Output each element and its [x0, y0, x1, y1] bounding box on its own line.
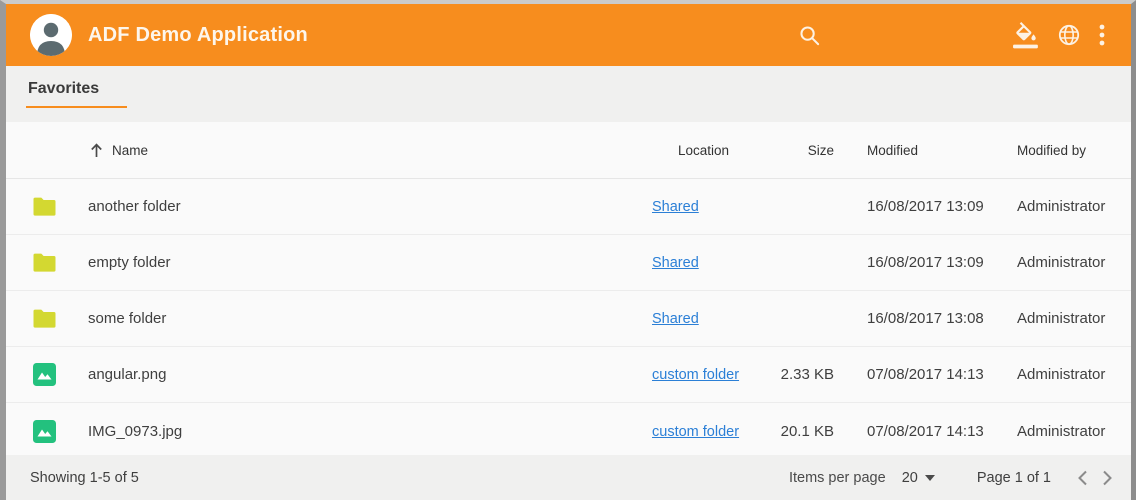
- column-header-modified[interactable]: Modified: [856, 143, 1017, 158]
- column-header-name[interactable]: Name: [86, 143, 646, 158]
- table-row[interactable]: empty folder Shared 16/08/2017 13:09 Adm…: [6, 235, 1131, 291]
- location-cell: custom folder: [646, 423, 766, 440]
- adf-demo-application-window: ADF Demo Application: [0, 0, 1136, 500]
- folder-icon: [32, 196, 57, 217]
- favorites-tab[interactable]: Favorites: [26, 76, 127, 108]
- file-type-cell: [6, 419, 86, 444]
- kebab-menu-icon: [1099, 23, 1105, 47]
- modified-date: 16/08/2017 13:09: [856, 254, 1017, 271]
- favorites-tab-label: Favorites: [28, 80, 99, 97]
- modified-date: 16/08/2017 13:08: [856, 310, 1017, 327]
- location-link[interactable]: custom folder: [652, 367, 739, 383]
- theme-color-button[interactable]: [1013, 22, 1039, 49]
- modified-date: 16/08/2017 13:09: [856, 198, 1017, 215]
- app-title: ADF Demo Application: [88, 24, 308, 47]
- column-header-location[interactable]: Location: [646, 143, 766, 158]
- search-icon: [798, 24, 821, 47]
- table-row[interactable]: another folder Shared 16/08/2017 13:09 A…: [6, 179, 1131, 235]
- items-per-page-label: Items per page: [789, 470, 886, 486]
- next-page-button[interactable]: [1102, 470, 1113, 486]
- location-cell: Shared: [646, 310, 766, 327]
- modified-by: Administrator: [1017, 254, 1117, 271]
- page-indicator: Page 1 of 1: [977, 470, 1051, 486]
- view-selector-bar: Favorites: [6, 66, 1131, 118]
- chevron-left-icon: [1077, 470, 1088, 486]
- pagination-bar: Showing 1-5 of 5 Items per page 20 Page …: [6, 455, 1131, 500]
- modified-by: Administrator: [1017, 198, 1117, 215]
- file-name: empty folder: [86, 254, 646, 271]
- file-name: angular.png: [86, 366, 646, 383]
- location-link[interactable]: Shared: [652, 311, 699, 327]
- modified-by: Administrator: [1017, 310, 1117, 327]
- file-name: another folder: [86, 198, 646, 215]
- file-type-cell: [6, 308, 86, 329]
- items-per-page-value: 20: [902, 470, 918, 486]
- location-cell: Shared: [646, 254, 766, 271]
- file-type-cell: [6, 362, 86, 387]
- modified-by: Administrator: [1017, 423, 1117, 440]
- showing-range-label: Showing 1-5 of 5: [30, 470, 139, 486]
- folder-icon: [32, 308, 57, 329]
- caret-down-icon: [925, 475, 935, 481]
- avatar: [30, 14, 72, 56]
- search-button[interactable]: [798, 24, 821, 47]
- table-body: another folder Shared 16/08/2017 13:09 A…: [6, 179, 1131, 459]
- table-row[interactable]: some folder Shared 16/08/2017 13:08 Admi…: [6, 291, 1131, 347]
- modified-date: 07/08/2017 14:13: [856, 366, 1017, 383]
- document-list: Name Location Size Modified Modified by: [6, 122, 1131, 459]
- file-name: some folder: [86, 310, 646, 327]
- column-header-label: Name: [112, 143, 148, 158]
- column-header-size[interactable]: Size: [766, 143, 856, 158]
- items-per-page-select[interactable]: 20: [902, 470, 935, 486]
- previous-page-button[interactable]: [1077, 470, 1088, 486]
- app-toolbar: ADF Demo Application: [6, 4, 1131, 66]
- modified-date: 07/08/2017 14:13: [856, 423, 1017, 440]
- table-header-row: Name Location Size Modified Modified by: [6, 122, 1131, 179]
- location-cell: custom folder: [646, 366, 766, 383]
- location-cell: Shared: [646, 198, 766, 215]
- column-header-modified-by[interactable]: Modified by: [1017, 143, 1117, 158]
- file-type-cell: [6, 196, 86, 217]
- language-button[interactable]: [1057, 23, 1081, 47]
- file-type-cell: [6, 252, 86, 273]
- location-link[interactable]: custom folder: [652, 424, 739, 440]
- image-file-icon: [32, 362, 57, 387]
- sort-ascending-icon: [90, 143, 103, 158]
- table-row[interactable]: IMG_0973.jpg custom folder 20.1 KB 07/08…: [6, 403, 1131, 459]
- table-row[interactable]: angular.png custom folder 2.33 KB 07/08/…: [6, 347, 1131, 403]
- chevron-right-icon: [1102, 470, 1113, 486]
- location-link[interactable]: Shared: [652, 199, 699, 215]
- modified-by: Administrator: [1017, 366, 1117, 383]
- location-link[interactable]: Shared: [652, 255, 699, 271]
- file-size: 2.33 KB: [766, 366, 856, 383]
- globe-icon: [1057, 23, 1081, 47]
- folder-icon: [32, 252, 57, 273]
- file-name: IMG_0973.jpg: [86, 423, 646, 440]
- person-icon: [30, 14, 72, 56]
- file-size: 20.1 KB: [766, 423, 856, 440]
- pagination-controls: Items per page 20 Page 1 of 1: [789, 470, 1113, 486]
- overflow-menu-button[interactable]: [1099, 23, 1105, 47]
- image-file-icon: [32, 419, 57, 444]
- format-color-fill-icon: [1013, 22, 1039, 49]
